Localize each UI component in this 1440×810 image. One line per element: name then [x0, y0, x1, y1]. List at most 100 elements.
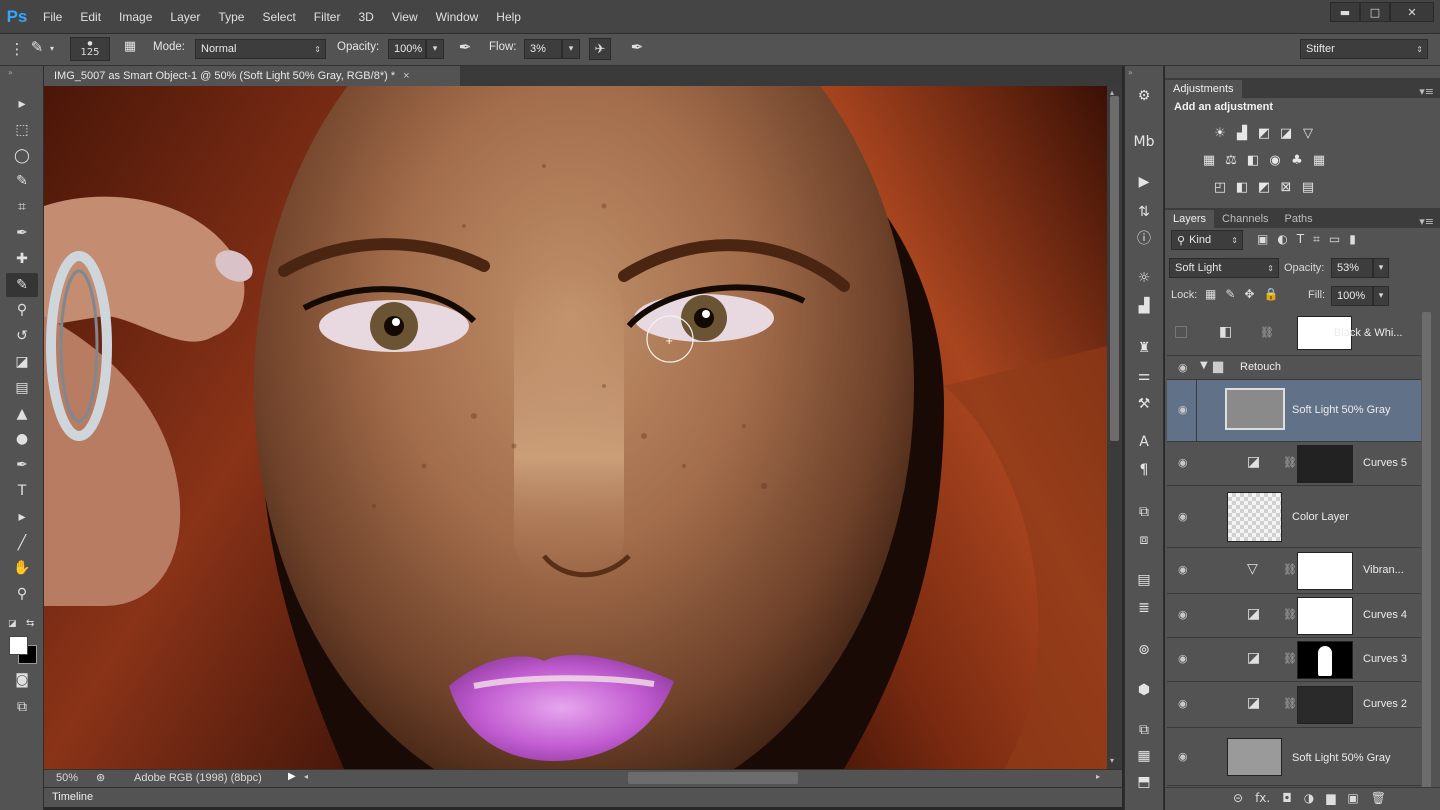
- eye-icon[interactable]: ◉: [1178, 608, 1188, 621]
- layer-name[interactable]: Color Layer: [1292, 511, 1349, 523]
- adjustment-icon[interactable]: ◑: [1304, 791, 1314, 805]
- layer-row[interactable]: ◉ ◪ ⛓ Curves 5: [1167, 442, 1421, 486]
- layers-scroll-thumb[interactable]: [1422, 312, 1431, 788]
- timeline-tab[interactable]: Timeline: [52, 791, 93, 803]
- eye-icon[interactable]: ◉: [1178, 750, 1188, 763]
- menu-3d[interactable]: 3D: [349, 0, 382, 34]
- share-icon[interactable]: ⊛: [96, 771, 105, 784]
- layer-mask-thumbnail[interactable]: [1297, 445, 1353, 483]
- eyedropper-icon[interactable]: ✒: [6, 221, 38, 245]
- healing-brush-icon[interactable]: ✚: [6, 247, 38, 271]
- crop-icon[interactable]: ⌗: [6, 195, 38, 219]
- dock-collapse-icon[interactable]: »: [1128, 68, 1133, 77]
- layer-row[interactable]: ◧ ⛓ Black & Whi...: [1167, 312, 1421, 356]
- layer-mask-thumbnail[interactable]: [1297, 686, 1353, 724]
- mask-link-icon[interactable]: ⛓: [1283, 697, 1297, 710]
- adjustment-icon[interactable]: ◩: [1253, 123, 1275, 143]
- path-select-icon[interactable]: ▸: [6, 505, 38, 529]
- mask-link-icon[interactable]: ⛓: [1260, 326, 1274, 339]
- layer-name[interactable]: Curves 2: [1363, 698, 1407, 710]
- adjustment-icon[interactable]: ◰: [1209, 177, 1231, 197]
- pressure-size-icon[interactable]: ✒: [626, 38, 648, 56]
- fill-dropdown[interactable]: ▾: [1373, 286, 1389, 306]
- zoom-level[interactable]: 50%: [56, 772, 78, 784]
- tab-paths[interactable]: Paths: [1277, 210, 1321, 228]
- scroll-left-icon[interactable]: ◂: [304, 772, 308, 781]
- visibility-off-icon[interactable]: [1175, 326, 1187, 338]
- timeline-panel[interactable]: Timeline: [44, 787, 1122, 807]
- adjustment-icon[interactable]: ♣: [1286, 150, 1308, 170]
- layer-thumbnail[interactable]: [1227, 492, 1282, 542]
- move-icon[interactable]: ▸: [6, 92, 38, 116]
- swap-colors-icon[interactable]: ⇆: [26, 618, 34, 629]
- quick-mask-icon[interactable]: ◙: [6, 668, 38, 692]
- tab-layers[interactable]: Layers: [1165, 210, 1215, 228]
- vertical-scrollbar[interactable]: ▴ ▾: [1107, 86, 1122, 769]
- menu-file[interactable]: File: [34, 0, 71, 34]
- eye-icon[interactable]: ◉: [1178, 361, 1188, 374]
- layer-row[interactable]: ◉ Color Layer: [1167, 486, 1421, 548]
- mask-link-icon[interactable]: ⛓: [1283, 456, 1297, 469]
- adjustment-icon[interactable]: ▽: [1297, 123, 1319, 143]
- adjustment-icon[interactable]: ▟: [1231, 123, 1253, 143]
- dock-panel-icon[interactable]: Mb: [1131, 130, 1157, 154]
- dock-panel-icon[interactable]: ▤: [1131, 568, 1157, 592]
- pen-icon[interactable]: ✒: [6, 453, 38, 477]
- menu-filter[interactable]: Filter: [305, 0, 350, 34]
- type-icon[interactable]: T: [6, 479, 38, 503]
- dock-panel-icon[interactable]: ⬒: [1131, 770, 1157, 794]
- menu-type[interactable]: Type: [209, 0, 253, 34]
- marquee-icon[interactable]: ⬚: [6, 118, 38, 142]
- opacity-field[interactable]: 100%: [388, 39, 426, 59]
- collapse-icon[interactable]: »: [8, 68, 13, 77]
- opacity-dropdown-button[interactable]: ▾: [426, 39, 444, 59]
- layer-thumbnail[interactable]: [1227, 738, 1282, 776]
- adjustment-icon[interactable]: ◧: [1231, 177, 1253, 197]
- document-canvas[interactable]: +: [44, 86, 1107, 769]
- eye-icon[interactable]: ◉: [1178, 697, 1188, 710]
- layer-name[interactable]: Curves 5: [1363, 457, 1407, 469]
- vertical-scroll-thumb[interactable]: [1110, 96, 1119, 441]
- close-tab-icon[interactable]: ×: [403, 70, 409, 82]
- dock-panel-icon[interactable]: ⚌: [1131, 364, 1157, 388]
- layer-row[interactable]: ◉ ◪ ⛓ Curves 2: [1167, 682, 1421, 728]
- dock-panel-icon[interactable]: ⇅: [1131, 200, 1157, 224]
- scroll-right-icon[interactable]: ▸: [1096, 772, 1100, 781]
- eye-icon[interactable]: ◉: [1178, 456, 1188, 469]
- brush-panel-icon[interactable]: ▦: [120, 39, 140, 54]
- dock-panel-icon[interactable]: ♜: [1131, 336, 1157, 360]
- panel-menu-icon[interactable]: ▾≡: [1419, 215, 1434, 228]
- dock-panel-icon[interactable]: ☼: [1131, 266, 1157, 290]
- adjustment-icon[interactable]: ◧: [1242, 150, 1264, 170]
- mask-link-icon[interactable]: ⛓: [1283, 652, 1297, 665]
- flow-field[interactable]: 3%: [524, 39, 562, 59]
- layer-row[interactable]: ◉ ▽ ⛓ Vibran...: [1167, 548, 1421, 594]
- adjustment-icon[interactable]: ◉: [1264, 150, 1286, 170]
- layer-thumbnail[interactable]: [1225, 388, 1285, 430]
- eye-icon[interactable]: ◉: [1178, 652, 1188, 665]
- dock-panel-icon[interactable]: ≣: [1131, 596, 1157, 620]
- hand-icon[interactable]: ✋: [6, 556, 38, 580]
- eye-icon[interactable]: ◉: [1178, 510, 1188, 523]
- tab-adjustments[interactable]: Adjustments: [1165, 80, 1242, 98]
- dodge-icon[interactable]: ●: [6, 427, 38, 451]
- menu-help[interactable]: Help: [487, 0, 530, 34]
- dock-panel-icon[interactable]: ⚙: [1131, 84, 1157, 108]
- eraser-icon[interactable]: ◪: [6, 350, 38, 374]
- adjustment-icon[interactable]: ⚖: [1220, 150, 1242, 170]
- layer-row[interactable]: ◉ ◪ ⛓ Curves 4: [1167, 594, 1421, 638]
- foreground-color-swatch[interactable]: [9, 636, 28, 655]
- workspace-select[interactable]: Stifter ⇕: [1300, 39, 1428, 59]
- flow-dropdown-button[interactable]: ▾: [562, 39, 580, 59]
- layer-name[interactable]: Vibran...: [1363, 564, 1404, 576]
- layer-row[interactable]: ◉ ◪ ⛓ Curves 3: [1167, 638, 1421, 682]
- fill-field[interactable]: 100%: [1331, 286, 1373, 306]
- adjustment-icon[interactable]: ▦: [1198, 150, 1220, 170]
- screen-mode-icon[interactable]: ⧉: [6, 695, 38, 719]
- layer-name[interactable]: Soft Light 50% Gray: [1292, 752, 1390, 764]
- brush-preset-icon[interactable]: ✎: [26, 38, 48, 56]
- menu-edit[interactable]: Edit: [71, 0, 110, 34]
- dock-panel-icon[interactable]: ⧈: [1131, 528, 1157, 552]
- menu-image[interactable]: Image: [110, 0, 161, 34]
- menu-layer[interactable]: Layer: [161, 0, 209, 34]
